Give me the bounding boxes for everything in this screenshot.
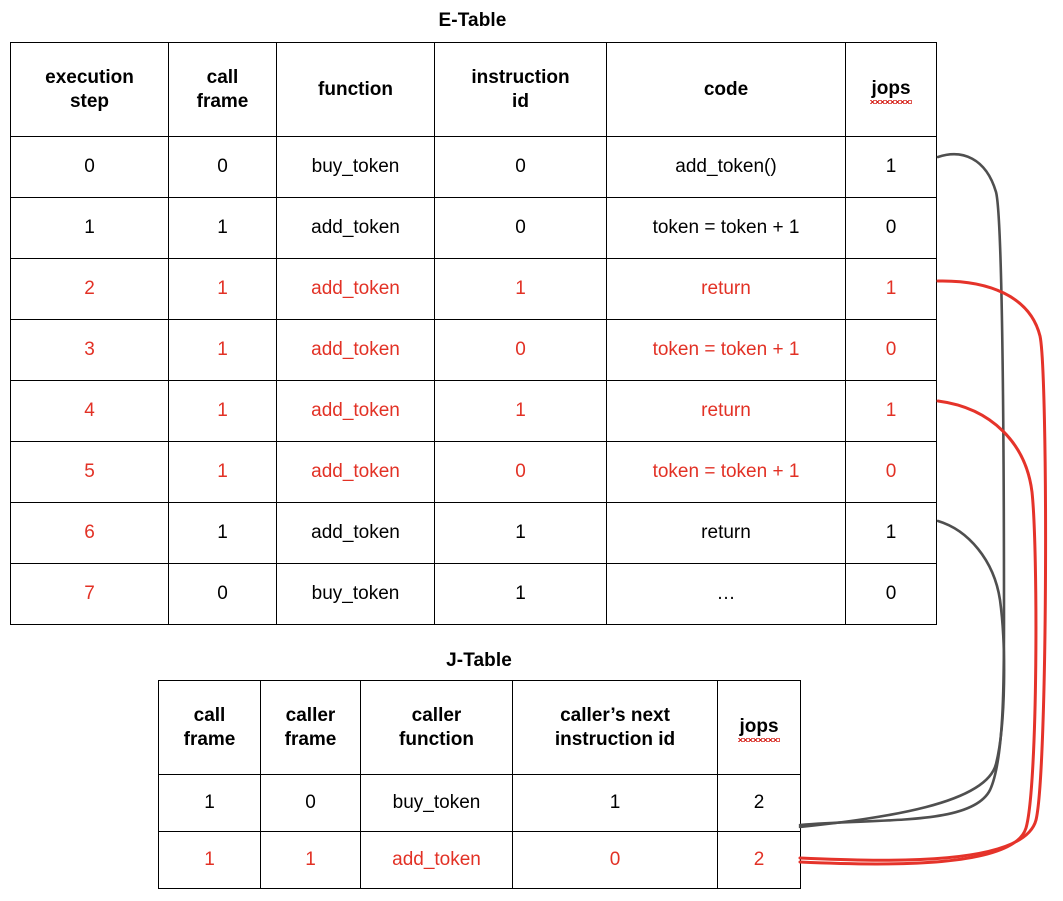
etable-cell-call-frame: 1 (168, 502, 277, 564)
etable-cell-call-frame: 1 (168, 380, 277, 442)
etable-cell-function: add_token (276, 197, 435, 259)
jtable-row: 1 0 buy_token 1 2 (158, 774, 801, 832)
jtable-cell-jops: 2 (717, 774, 801, 832)
etable-cell-execution-step: 2 (10, 258, 169, 320)
etable-cell-code: token = token + 1 (606, 197, 846, 259)
jtable-col-jops: jops (717, 680, 801, 775)
etable-cell-code: return (606, 258, 846, 320)
etable-cell-execution-step: 7 (10, 563, 169, 625)
etable-cell-function: buy_token (276, 136, 435, 198)
etable-row: 1 1 add_token 0 token = token + 10 (10, 197, 937, 259)
etable-col-function: function (276, 42, 435, 137)
etable-cell-code: return (606, 380, 846, 442)
etable-cell-execution-step: 4 (10, 380, 169, 442)
etable-cell-jops: 1 (845, 136, 937, 198)
etable-cell-instruction-id: 0 (434, 441, 607, 503)
etable-cell-execution-step: 6 (10, 502, 169, 564)
etable-col-call-frame: call frame (168, 42, 277, 137)
etable-row: 0 0 buy_token 0 add_token() 1 (10, 136, 937, 198)
etable-row: 5 1 add_token 0 token = token + 10 (10, 441, 937, 503)
etable-cell-call-frame: 1 (168, 441, 277, 503)
etable-cell-jops: 1 (845, 380, 937, 442)
diagram-canvas: E-Table execution step call frame function… (0, 0, 1063, 901)
jtable-cell-caller-function: add_token (360, 831, 513, 889)
etable-row: 4 1 add_token 1 return 1 (10, 380, 937, 442)
etable-cell-code: return (606, 502, 846, 564)
etable-row: 3 1 add_token 0 token = token + 10 (10, 319, 937, 381)
jtable-cell-jops: 2 (717, 831, 801, 889)
etable-cell-execution-step: 3 (10, 319, 169, 381)
etable-cell-function: buy_token (276, 563, 435, 625)
spellcheck-squiggle-icon: jops (870, 77, 912, 104)
jtable-cell-caller-frame: 1 (260, 831, 361, 889)
jtable-cell-call-frame: 1 (158, 774, 261, 832)
etable-cell-call-frame: 1 (168, 258, 277, 320)
jtable-col-caller-function: caller function (360, 680, 513, 775)
etable-cell-function: add_token (276, 502, 435, 564)
etable-row: 2 1 add_token 1 return 1 (10, 258, 937, 320)
etable-cell-instruction-id: 1 (434, 563, 607, 625)
jtable-col-callers-next-instruction-id: caller’s next instruction id (512, 680, 718, 775)
etable-cell-jops: 0 (845, 441, 937, 503)
jtable: call frame caller frame caller function cal… (158, 680, 801, 889)
etable-cell-jops: 0 (845, 197, 937, 259)
etable-cell-code: token = token + 1 (606, 441, 846, 503)
etable-cell-execution-step: 0 (10, 136, 169, 198)
etable-cell-call-frame: 1 (168, 197, 277, 259)
etable-col-instruction-id: instruction id (434, 42, 607, 137)
etable-header-row: execution step call frame function instruc… (10, 42, 937, 137)
jtable-cell-caller-function: buy_token (360, 774, 513, 832)
etable-col-jops: jops (845, 42, 937, 137)
etable-cell-call-frame: 1 (168, 319, 277, 381)
etable-cell-jops: 1 (845, 502, 937, 564)
etable-col-execution-step: execution step (10, 42, 169, 137)
jtable-cell-caller-frame: 0 (260, 774, 361, 832)
etable-cell-instruction-id: 1 (434, 380, 607, 442)
spellcheck-squiggle-icon: jops (738, 715, 780, 742)
etable: execution step call frame function instruc… (10, 42, 937, 625)
etable-title: E-Table (438, 10, 507, 31)
jtable-row: 1 1 add_token 0 2 (158, 831, 801, 889)
jtable-cell-call-frame: 1 (158, 831, 261, 889)
etable-cell-code: token = token + 1 (606, 319, 846, 381)
etable-cell-function: add_token (276, 441, 435, 503)
etable-cell-function: add_token (276, 319, 435, 381)
etable-cell-jops: 0 (845, 563, 937, 625)
etable-cell-instruction-id: 0 (434, 319, 607, 381)
etable-cell-jops: 0 (845, 319, 937, 381)
jtable-col-call-frame: call frame (158, 680, 261, 775)
etable-cell-instruction-id: 1 (434, 258, 607, 320)
etable-cell-function: add_token (276, 380, 435, 442)
etable-cell-code: add_token() (606, 136, 846, 198)
jtable-cell-callers-next-instruction-id: 0 (512, 831, 718, 889)
etable-cell-instruction-id: 0 (434, 197, 607, 259)
etable-col-code: code (606, 42, 846, 137)
etable-cell-execution-step: 1 (10, 197, 169, 259)
etable-row: 6 1 add_token 1 return 1 (10, 502, 937, 564)
jtable-cell-callers-next-instruction-id: 1 (512, 774, 718, 832)
etable-cell-jops: 1 (845, 258, 937, 320)
etable-row: 7 0 buy_token 1… 0 (10, 563, 937, 625)
etable-cell-code: … (606, 563, 846, 625)
etable-cell-call-frame: 0 (168, 136, 277, 198)
etable-cell-instruction-id: 0 (434, 136, 607, 198)
jtable-col-caller-frame: caller frame (260, 680, 361, 775)
etable-cell-call-frame: 0 (168, 563, 277, 625)
jtable-header-row: call frame caller frame caller function cal… (158, 680, 801, 775)
etable-cell-function: add_token (276, 258, 435, 320)
etable-cell-instruction-id: 1 (434, 502, 607, 564)
etable-cell-execution-step: 5 (10, 441, 169, 503)
jtable-title: J-Table (446, 650, 512, 671)
